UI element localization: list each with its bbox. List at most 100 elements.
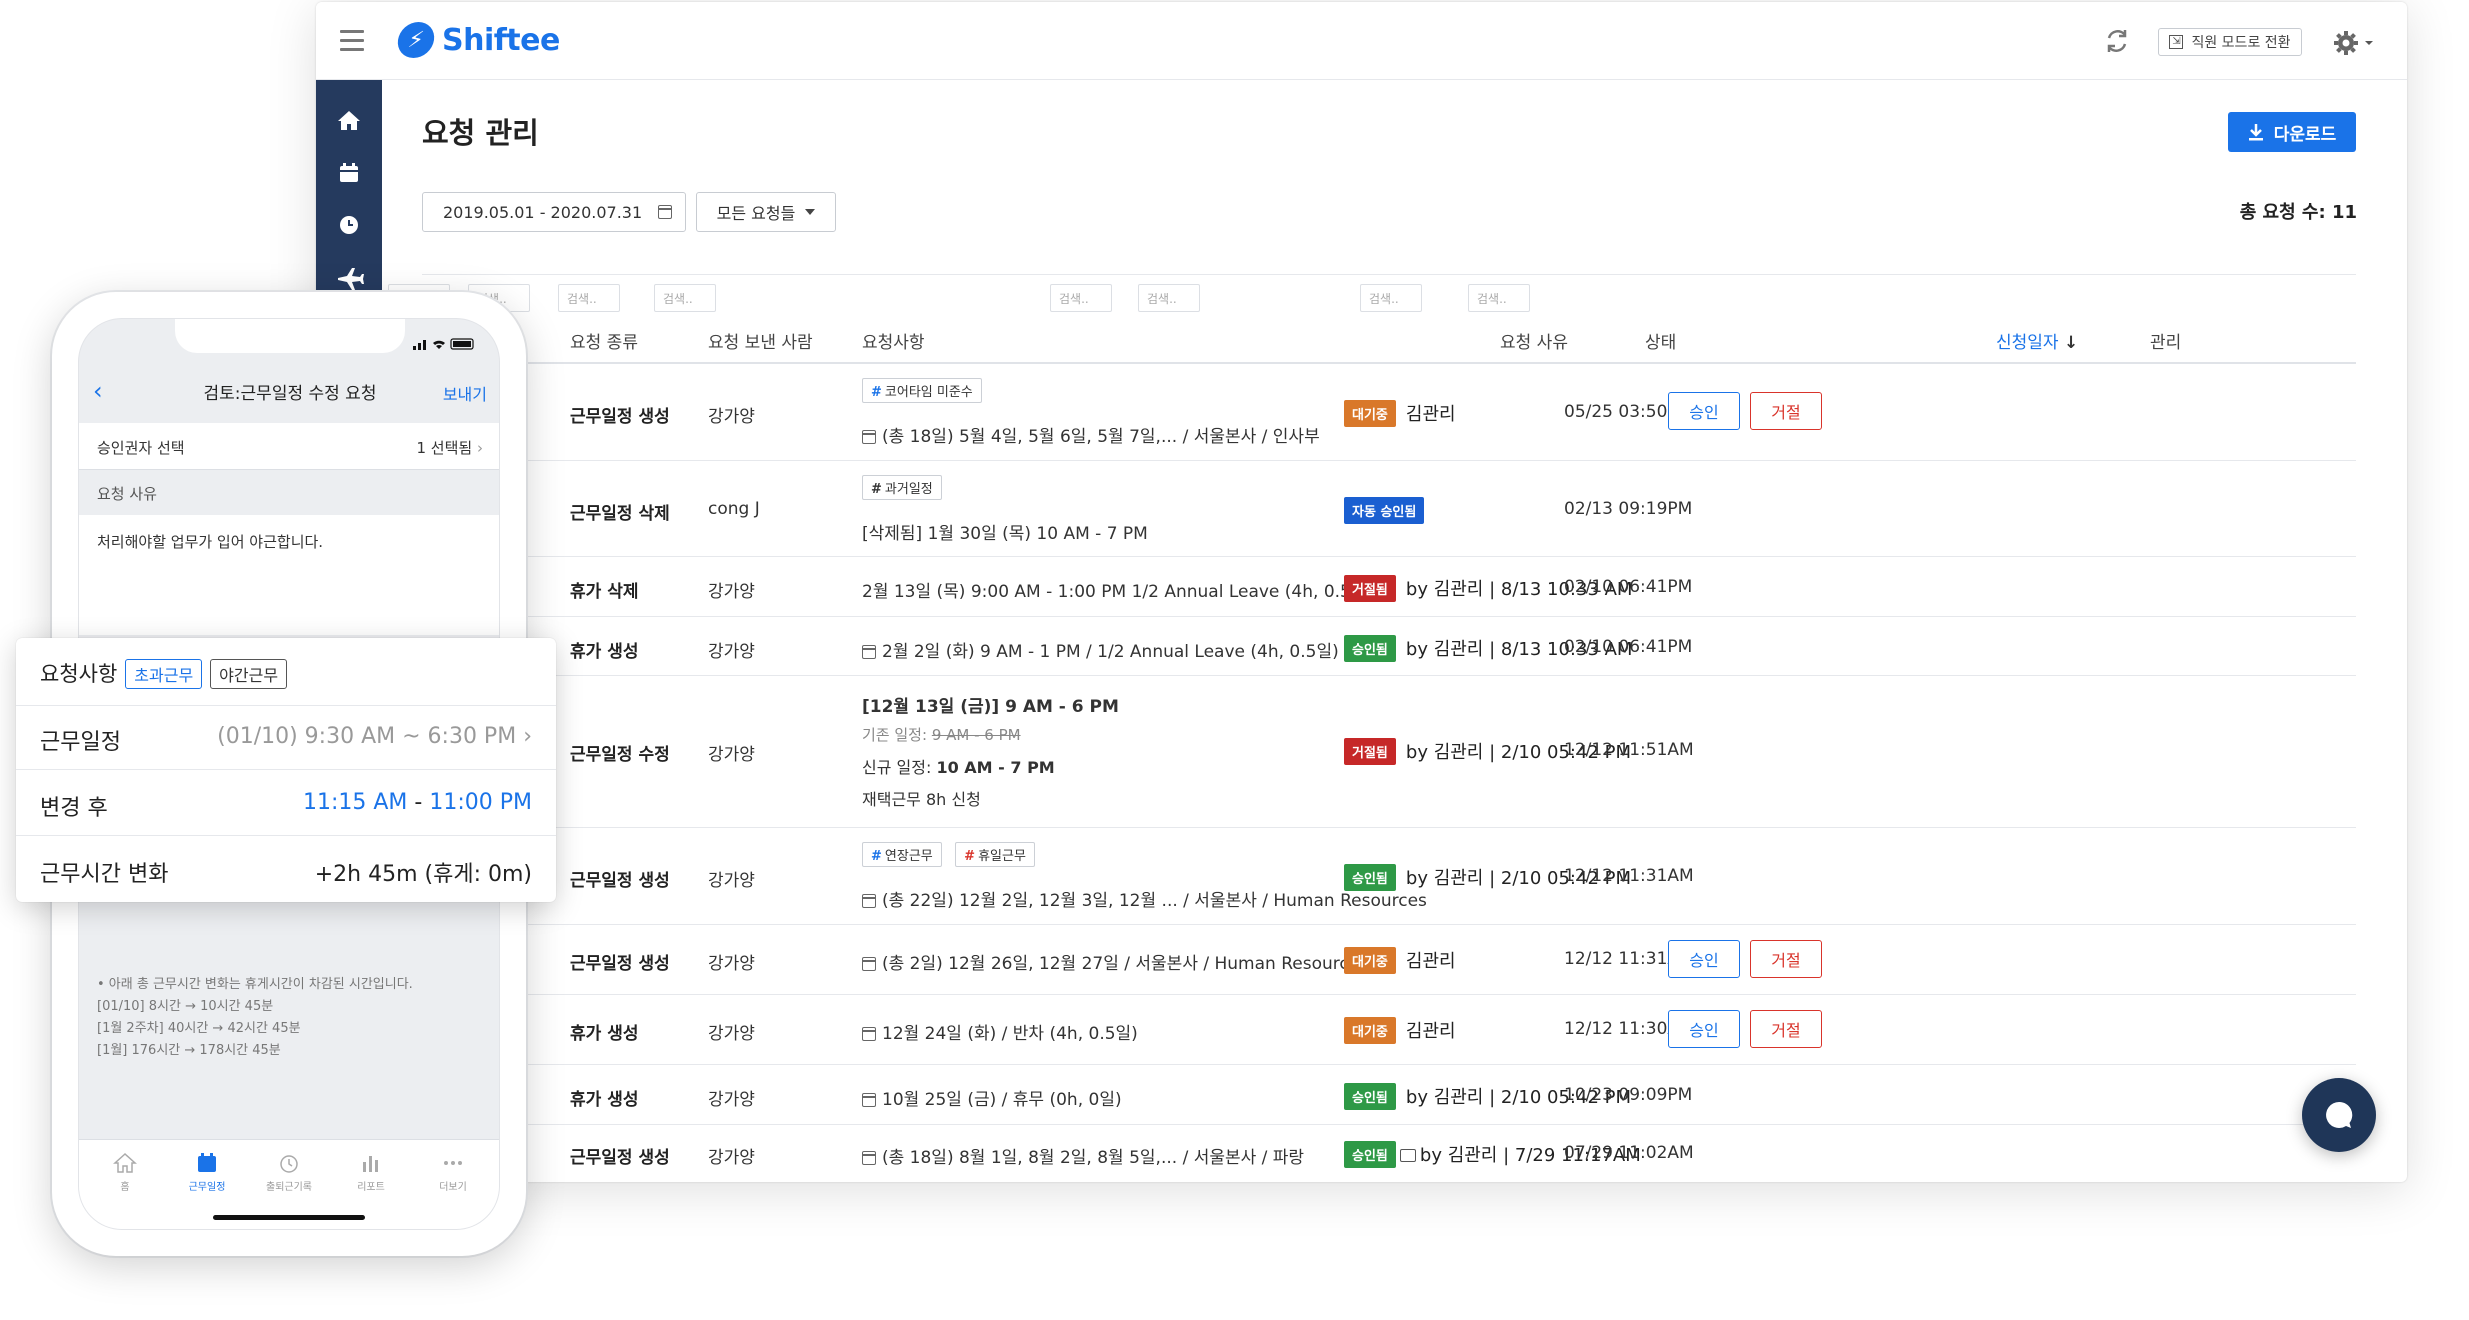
table-row[interactable]: 휴가 생성 강가양 10월 25일 (금) / 휴무 (0h, 0일) 승인됨 b…	[422, 1065, 2356, 1125]
request-type: 근무일정 생성	[570, 871, 670, 891]
request-date: 10/23 09:09PM	[1564, 1085, 1693, 1105]
tab-more[interactable]: 더보기	[423, 1152, 483, 1193]
table-row[interactable]: 근무일정 생성 강가양 (총 18일) 8월 1일, 8월 2일, 8월 5일,…	[422, 1125, 2356, 1182]
mobile-nav-title: 검토:근무일정 수정 요청	[203, 384, 377, 404]
status-badge: 승인됨	[1344, 635, 1396, 662]
table-row[interactable]: 휴가 생성 강가양 2월 2일 (화) 9 AM - 1 PM / 1/2 An…	[422, 617, 2356, 676]
caret-down-icon	[805, 209, 816, 215]
status-badge: 승인됨	[1344, 1083, 1396, 1110]
reject-button[interactable]: 거절	[1750, 392, 1822, 430]
request-detail: 2월 2일 (화) 9 AM - 1 PM / 1/2 Annual Leave…	[862, 637, 1339, 662]
refresh-icon[interactable]	[2100, 24, 2134, 58]
request-date: 02/10 06:41PM	[1564, 637, 1693, 657]
approve-button[interactable]: 승인	[1668, 392, 1740, 430]
reason-textarea[interactable]: 처리해야할 업무가 입어 야근합니다.	[79, 515, 499, 635]
status-badge: 거절됨	[1344, 738, 1396, 765]
menu-icon[interactable]	[340, 30, 364, 51]
table-row[interactable]: 근무일정 삭제 cong J # 과거일정 [삭제됨] 1월 30일 (목) 10…	[422, 461, 2356, 557]
app-logo[interactable]: ⚡ Shiftee	[395, 20, 560, 60]
column-header-manage[interactable]: 관리	[2150, 328, 2181, 353]
approver-select-row[interactable]: 승인권자 선택 1 선택됨 ›	[79, 423, 499, 469]
request-date: 12/12 11:51AM	[1564, 740, 1694, 760]
request-status: 자동 승인됨	[1344, 497, 1434, 524]
reject-button[interactable]: 거절	[1750, 1010, 1822, 1048]
request-status: 대기중 김관리	[1344, 947, 1456, 974]
calendar-icon	[862, 894, 876, 908]
column-header-status[interactable]: 상태	[1645, 328, 1676, 353]
request-sender: 강가양	[708, 1148, 755, 1168]
column-header-sender[interactable]: 요청 보낸 사람	[708, 328, 813, 353]
request-status: 대기중 김관리	[1344, 1017, 1456, 1044]
send-button[interactable]: 보내기	[443, 381, 487, 405]
tag-chip: # 휴일근무	[955, 842, 1035, 867]
bar-chart-icon	[363, 1156, 378, 1172]
approve-button[interactable]: 승인	[1668, 940, 1740, 978]
card-items-label: 요청사항 초과근무 야간근무	[40, 658, 288, 689]
request-detail: (총 18일) 5월 4일, 5월 6일, 5월 7일,... / 서울본사 /…	[862, 422, 1320, 447]
clock-icon[interactable]	[334, 210, 364, 240]
table-row[interactable]: 휴가 생성 강가양 12월 24일 (화) / 반차 (4h, 0.5일) 대기…	[422, 995, 2356, 1065]
calendar-icon	[658, 205, 673, 219]
request-date: 12/12 11:31AM	[1564, 866, 1694, 886]
request-detail: 10월 25일 (금) / 휴무 (0h, 0일)	[862, 1085, 1122, 1110]
comment-icon	[1399, 1149, 1416, 1162]
search-input-manage[interactable]: 검색..	[1468, 284, 1530, 312]
column-header-type[interactable]: 요청 종류	[570, 328, 638, 353]
plane-icon[interactable]	[334, 262, 364, 292]
calendar-icon	[862, 1027, 876, 1041]
table-row[interactable]: 근무일정 생성 강가양 # 연장근무 # 휴일근무 (총 22일) 12월 2일, …	[422, 828, 2356, 925]
search-input-status[interactable]: 검색..	[1138, 284, 1200, 312]
card-after-row[interactable]: 변경 후 11:15 AM - 11:00 PM	[16, 770, 556, 836]
request-type: 근무일정 생성	[570, 407, 670, 427]
approve-button[interactable]: 승인	[1668, 1010, 1740, 1048]
tag-chip: # 과거일정	[862, 475, 942, 500]
status-badge: 대기중	[1344, 400, 1396, 427]
tab-schedule[interactable]: 근무일정	[177, 1152, 237, 1193]
reject-button[interactable]: 거절	[1750, 940, 1822, 978]
download-icon	[2248, 124, 2263, 141]
approver-count: 1 선택됨 ›	[416, 439, 484, 457]
tab-attendance[interactable]: 출퇴근기록	[259, 1152, 319, 1193]
note-line: [1월] 176시간 → 178시간 45분	[97, 1043, 281, 1058]
switch-mode-button[interactable]: ⇲ 직원 모드로 전환	[2158, 28, 2302, 56]
old-schedule: 기존 일정: 9 AM - 6 PM	[862, 726, 1021, 744]
column-header-date[interactable]: 신청일자 ↓	[1996, 328, 2078, 353]
table-row[interactable]: 휴가 삭제 강가양 2월 13일 (목) 9:00 AM - 1:00 PM 1…	[422, 557, 2356, 617]
tab-home[interactable]: 홈	[95, 1152, 155, 1193]
chat-launcher-button[interactable]	[2302, 1078, 2376, 1152]
search-input-sender[interactable]: 검색..	[558, 284, 620, 312]
calendar-icon[interactable]	[334, 158, 364, 188]
search-input-date[interactable]: 검색..	[1360, 284, 1422, 312]
table-row[interactable]: 근무일정 수정 강가양 [12월 13일 (금)] 9 AM - 6 PM 기존…	[422, 676, 2356, 828]
chat-bubble-icon	[2326, 1101, 2353, 1128]
status-badge: 대기중	[1344, 947, 1396, 974]
request-type: 휴가 생성	[570, 1024, 639, 1044]
request-sender: 강가양	[708, 1090, 755, 1110]
table-row[interactable]: 근무일정 생성 강가양 (총 2일) 12월 26일, 12월 27일 / 서울…	[422, 925, 2356, 995]
admin-window: ⚡ Shiftee ⇲ 직원 모드로 전환 요청 관리 다운로드 2019.05.…	[316, 2, 2407, 1182]
tab-report[interactable]: 리포트	[341, 1152, 401, 1193]
table-row[interactable]: 근무일정 생성 강가양 # 코어타임 미준수 (총 18일) 5월 4일, 5월 …	[422, 364, 2356, 461]
request-sender: 강가양	[708, 871, 755, 891]
request-detail-title: [12월 13일 (금)] 9 AM - 6 PM	[862, 697, 1119, 717]
home-icon[interactable]	[334, 106, 364, 136]
calendar-icon	[862, 1151, 876, 1165]
more-dots-icon	[444, 1161, 462, 1165]
page-title: 요청 관리	[422, 116, 539, 150]
request-detail: 12월 24일 (화) / 반차 (4h, 0.5일)	[862, 1019, 1138, 1044]
request-filter-dropdown[interactable]: 모든 요청들	[696, 192, 836, 232]
request-sender: 강가양	[708, 407, 755, 427]
column-header-reason[interactable]: 요청 사유	[1500, 328, 1568, 353]
request-tags: # 코어타임 미준수	[862, 378, 982, 403]
calendar-icon	[862, 430, 876, 444]
column-header-detail[interactable]: 요청사항	[862, 328, 925, 353]
card-schedule-row[interactable]: 근무일정 (01/10) 9:30 AM ~ 6:30 PM ›	[16, 706, 556, 770]
download-button[interactable]: 다운로드	[2228, 112, 2356, 152]
request-date: 02/10 06:41PM	[1564, 577, 1693, 597]
settings-gear-icon[interactable]	[2332, 26, 2376, 60]
search-input-detail[interactable]: 검색..	[654, 284, 716, 312]
request-detail: (총 2일) 12월 26일, 12월 27일 / 서울본사 / Human R…	[862, 949, 1368, 974]
search-input-reason[interactable]: 검색..	[1050, 284, 1112, 312]
date-range-picker[interactable]: 2019.05.01 - 2020.07.31	[422, 192, 686, 232]
tag-chip: 야간근무	[210, 659, 288, 689]
